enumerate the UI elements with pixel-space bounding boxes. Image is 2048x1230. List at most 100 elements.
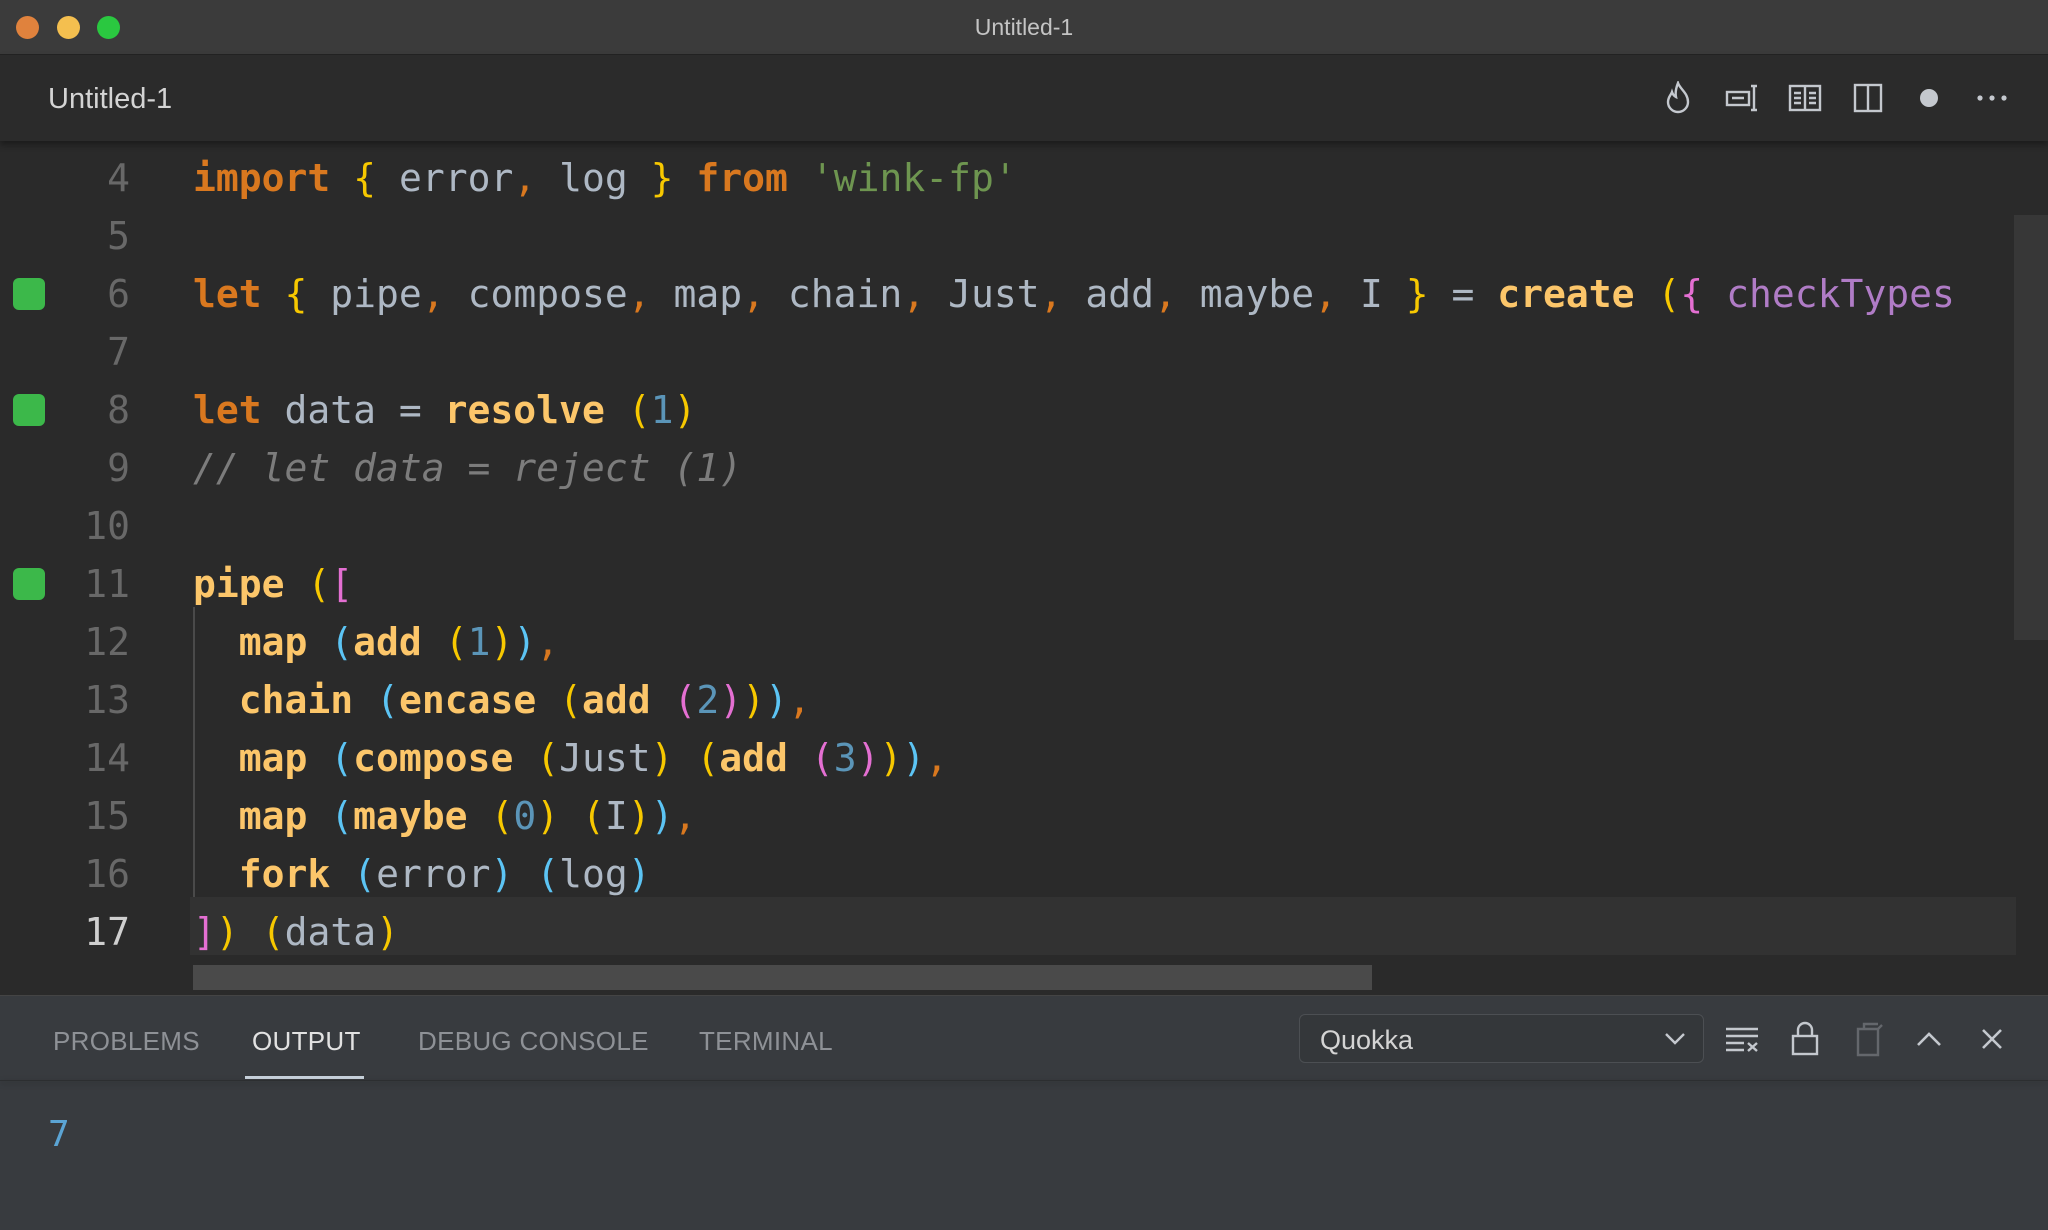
code-line[interactable]: 5 bbox=[0, 207, 2016, 265]
code-token: 3 bbox=[833, 736, 857, 780]
code-token: ) bbox=[627, 852, 651, 896]
code-token: encase bbox=[398, 678, 537, 722]
open-preview-icon[interactable] bbox=[1787, 80, 1823, 116]
code-line[interactable]: 9 // let data = reject (1) bbox=[0, 439, 2016, 497]
code-token: map bbox=[650, 272, 743, 316]
horizontal-scrollbar[interactable] bbox=[193, 965, 1372, 990]
code-token: 0 bbox=[513, 794, 537, 838]
code-token: , bbox=[421, 272, 445, 316]
output-text: 7 bbox=[48, 1114, 70, 1155]
vertical-scrollbar[interactable] bbox=[2014, 215, 2048, 640]
code-token: , bbox=[902, 272, 926, 316]
code-token: ) bbox=[650, 794, 674, 838]
code-line[interactable]: 11 pipe ([ bbox=[0, 555, 2016, 613]
code-token: , bbox=[1154, 272, 1177, 316]
code-token: error bbox=[376, 156, 514, 200]
code-token: 1 bbox=[467, 620, 491, 664]
code-editor[interactable]: 4 import { error, log } from 'wink-fp' 5 6 l… bbox=[0, 141, 2048, 995]
clear-output-icon[interactable] bbox=[1723, 1020, 1761, 1058]
line-number: 13 bbox=[84, 678, 130, 722]
line-number: 7 bbox=[107, 330, 130, 374]
code-token: map bbox=[193, 736, 308, 780]
editor-tab[interactable]: Untitled-1 bbox=[48, 83, 172, 116]
code-line[interactable]: 13 chain (encase (add (2))), bbox=[0, 671, 2016, 729]
code-token: = bbox=[1428, 272, 1498, 316]
code-token: ( bbox=[353, 852, 377, 896]
code-token: , bbox=[1039, 272, 1063, 316]
code-token: { bbox=[1680, 272, 1704, 316]
editor-tab-bar: Untitled-1 bbox=[0, 55, 2048, 141]
code-line[interactable]: 16 fork (error) (log) bbox=[0, 845, 2016, 903]
code-token: ( bbox=[261, 910, 285, 954]
code-token: log bbox=[536, 156, 651, 200]
tab-debug-console[interactable]: DEBUG CONSOLE bbox=[418, 1026, 649, 1057]
code-token: map bbox=[193, 620, 308, 664]
quokka-flame-icon[interactable] bbox=[1660, 80, 1696, 116]
code-token: let bbox=[193, 388, 262, 432]
chevron-down-icon bbox=[1663, 1021, 1687, 1062]
code-token: ( bbox=[376, 678, 399, 722]
code-token: , bbox=[787, 678, 811, 722]
tab-terminal[interactable]: TERMINAL bbox=[699, 1026, 833, 1057]
code-token: ( bbox=[696, 736, 720, 780]
code-token: compose bbox=[353, 736, 514, 780]
code-token: ( bbox=[810, 736, 834, 780]
code-token: ( bbox=[536, 852, 560, 896]
code-text: let { pipe, compose, map, chain, Just, a… bbox=[193, 265, 1955, 323]
code-line[interactable]: 12 map (add (1)), bbox=[0, 613, 2016, 671]
code-token: data bbox=[284, 910, 377, 954]
code-token: ) bbox=[490, 620, 514, 664]
code-token: } bbox=[650, 156, 674, 200]
code-line[interactable]: 4 import { error, log } from 'wink-fp' bbox=[0, 149, 2016, 207]
code-token: Just bbox=[925, 272, 1040, 316]
code-token: [ bbox=[330, 562, 354, 606]
panel-divider bbox=[0, 1080, 2048, 1081]
code-token: 2 bbox=[696, 678, 720, 722]
close-panel-icon[interactable] bbox=[1973, 1020, 2011, 1058]
code-line[interactable]: 14 map (compose (Just) (add (3))), bbox=[0, 729, 2016, 787]
split-editor-icon[interactable] bbox=[1850, 80, 1886, 116]
code-line[interactable]: 8 let data = resolve (1) bbox=[0, 381, 2016, 439]
maximize-panel-icon[interactable] bbox=[1910, 1020, 1948, 1058]
code-token: import bbox=[193, 156, 331, 200]
code-token: ) bbox=[856, 736, 880, 780]
output-channel-select[interactable]: Quokka bbox=[1299, 1014, 1704, 1063]
run-debug-icon[interactable] bbox=[1724, 80, 1760, 116]
code-text: ]) (data) bbox=[193, 903, 399, 961]
tab-problems[interactable]: PROBLEMS bbox=[53, 1026, 200, 1057]
code-line[interactable]: 17]) (data) bbox=[0, 903, 2016, 961]
active-tab-indicator bbox=[245, 1076, 364, 1079]
code-line[interactable]: 6 let { pipe, compose, map, chain, Just, … bbox=[0, 265, 2016, 323]
code-line[interactable]: 15 map (maybe (0) (I)), bbox=[0, 787, 2016, 845]
code-token: add bbox=[1062, 272, 1154, 316]
code-text: import { error, log } from 'wink-fp' bbox=[193, 149, 1017, 207]
more-actions-icon[interactable] bbox=[1974, 80, 2010, 116]
lock-scroll-icon[interactable] bbox=[1786, 1020, 1824, 1058]
code-token: ( bbox=[536, 736, 560, 780]
tab-output[interactable]: OUTPUT bbox=[252, 1026, 361, 1057]
unsaved-dot-icon[interactable] bbox=[1911, 80, 1947, 116]
code-token: , bbox=[1314, 272, 1338, 316]
code-token: // let data = reject (1) bbox=[193, 446, 743, 490]
code-token: chain bbox=[765, 272, 903, 316]
output-channel-value: Quokka bbox=[1320, 1025, 1414, 1055]
window-title: Untitled-1 bbox=[974, 14, 1074, 40]
code-line[interactable]: 7 bbox=[0, 323, 2016, 381]
code-token: ( bbox=[559, 678, 582, 722]
code-token: { bbox=[353, 156, 377, 200]
line-number: 10 bbox=[84, 504, 130, 548]
code-line[interactable]: 10 bbox=[0, 497, 2016, 555]
code-text: map (compose (Just) (add (3))), bbox=[193, 729, 948, 787]
code-token: ( bbox=[330, 794, 354, 838]
code-text: pipe ([ bbox=[193, 555, 353, 613]
line-number: 5 bbox=[107, 214, 130, 258]
open-log-icon[interactable] bbox=[1849, 1020, 1887, 1058]
